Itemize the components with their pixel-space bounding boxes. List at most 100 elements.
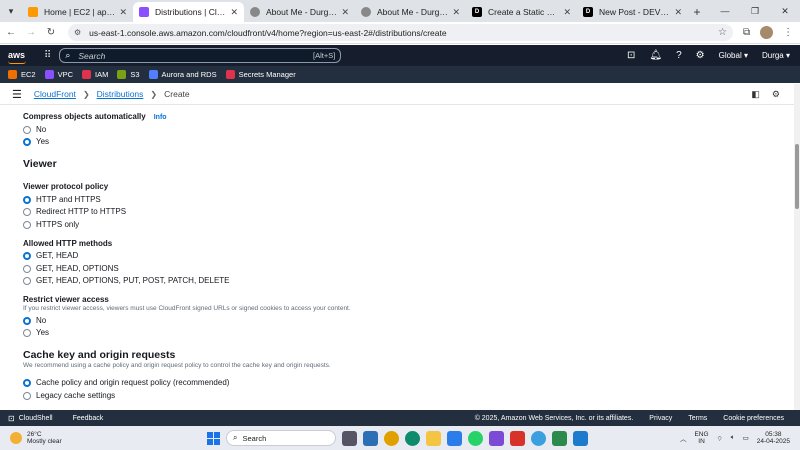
favorite-service-vpc[interactable]: VPC [44,70,73,79]
browser-tab[interactable]: Home | EC2 | ap-south-1 ✕ [22,2,133,22]
hamburger-menu-icon[interactable]: ☰ [12,88,22,101]
aws-search-input[interactable]: ⌕ Search [Alt+S] [59,48,342,63]
restore-icon[interactable]: ❐ [740,0,770,22]
dev-favicon-icon: D [472,7,482,17]
site-info-icon[interactable]: ⚙ [74,28,81,37]
terms-link[interactable]: Terms [688,415,707,422]
messenger-icon[interactable] [489,430,504,446]
methods-option-all[interactable]: GET, HEAD, OPTIONS, PUT, POST, PATCH, DE… [23,276,230,285]
account-menu[interactable]: Durga ▾ [762,51,790,60]
help-icon[interactable]: ? [676,50,682,61]
browser-tab[interactable]: D Create a Static Website Us ✕ [466,2,577,22]
services-grid-icon[interactable]: ⠿ [44,50,51,61]
tab-title: About Me - Durga V [377,7,449,17]
widgets-icon[interactable] [363,430,378,446]
volume-icon[interactable]: 🔈︎ [731,434,735,442]
page-tools: ◧ ⚙ [751,84,780,105]
feedback-link[interactable]: Feedback [73,415,104,422]
aws-logo[interactable]: aws [8,50,34,64]
language-indicator[interactable]: ENG IN [694,431,708,445]
restrict-option-yes[interactable]: Yes [23,328,49,337]
chrome-icon[interactable] [384,430,399,446]
breadcrumb-cloudfront[interactable]: CloudFront [34,89,76,99]
address-bar[interactable]: ⚙ us-east-1.console.aws.amazon.com/cloud… [68,24,733,41]
cache-option-policy[interactable]: Cache policy and origin request policy (… [23,378,229,387]
close-icon[interactable]: ✕ [452,7,460,18]
favorite-service-secrets-manager[interactable]: Secrets Manager [225,70,296,79]
service-favorites-bar: EC2 VPC IAM S3 Aurora and RDS Secrets Ma… [0,66,800,83]
forward-arrow-icon[interactable]: → [22,24,40,42]
taskbar-search[interactable]: ⌕ Search [226,430,336,446]
ec2-icon [8,70,17,79]
battery-icon[interactable]: ▭ [743,434,749,442]
radio-label: HTTP and HTTPS [36,195,101,204]
whatsapp-icon[interactable] [468,430,483,446]
panel-toggle-icon[interactable]: ◧ [751,89,760,100]
file-explorer-icon[interactable] [426,430,441,446]
radio-label: GET, HEAD, OPTIONS [36,264,119,273]
methods-option-get-head[interactable]: GET, HEAD [23,251,78,260]
edge-icon[interactable] [405,430,420,446]
tools-gear-icon[interactable]: ⚙ [772,89,780,100]
close-icon[interactable]: ✕ [230,7,238,18]
restrict-option-no[interactable]: No [23,316,46,325]
bookmark-star-icon[interactable]: ☆ [718,27,727,38]
cloudshell-terminal-icon[interactable]: ⊡ [627,50,635,61]
reload-icon[interactable]: ↻ [42,24,60,42]
task-view-icon[interactable] [342,430,357,446]
info-link[interactable]: Info [154,114,167,121]
compress-option-yes[interactable]: Yes [23,137,49,146]
close-icon[interactable]: ✕ [119,7,127,18]
system-tray: ︿ ENG IN ⌔ 🔈︎ ▭ 05:38 24-04-2025 [680,426,790,450]
tray-chevron-up-icon[interactable]: ︿ [680,433,687,443]
tab-menu-chevron-icon[interactable]: ▾ [0,0,22,22]
cache-option-legacy[interactable]: Legacy cache settings [23,391,115,400]
new-tab-plus-icon[interactable]: + [688,2,706,22]
cloudshell-button[interactable]: ⊡ CloudShell [8,414,53,423]
methods-option-get-head-options[interactable]: GET, HEAD, OPTIONS [23,264,119,273]
window-close-icon[interactable]: ✕ [770,0,800,22]
favorite-service-iam[interactable]: IAM [82,70,108,79]
wifi-icon[interactable]: ⌔ [717,434,723,443]
vscode-icon[interactable] [573,430,588,446]
back-arrow-icon[interactable]: ← [2,24,20,42]
store-icon[interactable] [552,430,567,446]
clock[interactable]: 05:38 24-04-2025 [757,431,790,445]
cookie-preferences-link[interactable]: Cookie preferences [723,415,784,422]
browser-tab[interactable]: D New Post - DEV Commun ✕ [577,2,688,22]
close-icon[interactable]: ✕ [563,7,571,18]
close-icon[interactable]: ✕ [341,7,349,18]
browser-tab-active[interactable]: Distributions | CloudFront ✕ [133,2,244,22]
favorite-service-rds[interactable]: Aurora and RDS [148,70,217,79]
protocol-option-https-only[interactable]: HTTPS only [23,220,79,229]
close-icon[interactable]: ✕ [674,7,682,18]
browser-menu-icon[interactable]: ⋮ [783,27,793,38]
favorite-service-ec2[interactable]: EC2 [8,70,36,79]
aws-logo-text: aws [8,50,26,60]
page-scrollbar[interactable] [794,84,800,426]
service-label: EC2 [21,70,36,79]
copilot-icon[interactable] [531,430,546,446]
compress-option-no[interactable]: No [23,125,46,134]
windows-start-icon[interactable] [207,431,220,445]
browser-tab[interactable]: About Me - Durga V ✕ [244,2,355,22]
protocol-option-http-https[interactable]: HTTP and HTTPS [23,195,101,204]
privacy-link[interactable]: Privacy [649,415,672,422]
settings-gear-icon[interactable]: ⚙ [696,50,705,61]
radio-selected-icon [23,378,31,387]
breadcrumb-distributions[interactable]: Distributions [97,89,144,99]
protocol-option-redirect[interactable]: Redirect HTTP to HTTPS [23,207,126,216]
weather-widget[interactable]: 26°C Mostly clear [10,431,62,445]
photos-icon[interactable] [447,430,462,446]
favorite-service-s3[interactable]: S3 [117,70,140,79]
browser-tab[interactable]: About Me - Durga V ✕ [355,2,466,22]
region-selector[interactable]: Global ▾ [719,51,748,60]
service-label: Aurora and RDS [161,70,217,79]
viewer-protocol-label: Viewer protocol policy [23,182,109,191]
scrollbar-thumb[interactable] [795,144,799,209]
profile-avatar[interactable] [760,26,774,39]
office-icon[interactable] [510,430,525,446]
notifications-bell-icon[interactable]: 🔔︎ [649,50,662,61]
minimize-icon[interactable]: — [710,0,740,22]
extensions-puzzle-icon[interactable]: ⧉ [743,27,750,38]
